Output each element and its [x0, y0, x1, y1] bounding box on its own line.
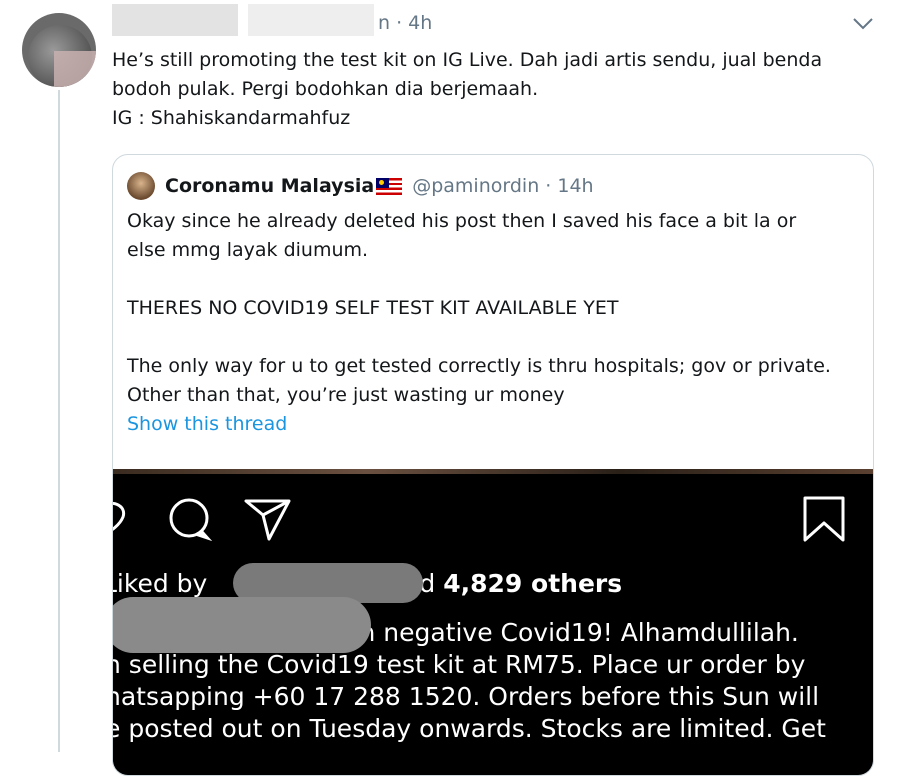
- comment-icon: [169, 498, 213, 541]
- tweet-line: He’s still promoting the test kit on IG …: [112, 49, 823, 71]
- liked-count: 4,829 others: [443, 569, 623, 598]
- thread-line: [58, 90, 60, 752]
- quoted-line: The only way for u to get tested correct…: [127, 355, 831, 377]
- malaysia-flag-icon: [376, 177, 403, 195]
- quoted-tweet-card[interactable]: Coronamu Malaysia @paminordin · 14h Okay…: [112, 154, 874, 776]
- tweet-text: He’s still promoting the test kit on IG …: [112, 46, 872, 133]
- heart-icon: [113, 501, 126, 531]
- caption-line: n selling the Covid19 test kit at RM75. …: [113, 650, 806, 679]
- quoted-line: else mmg layak diumum.: [127, 239, 369, 261]
- tweet-timestamp[interactable]: n · 4h: [378, 12, 432, 34]
- caption-line: hatsapping +60 17 288 1520. Orders befor…: [113, 682, 820, 711]
- quoted-author-avatar[interactable]: [127, 172, 155, 200]
- share-icon: [244, 499, 291, 541]
- tweet-line: bodoh pulak. Pergi bodohkan dia berjemaa…: [112, 78, 539, 100]
- quoted-tweet-text: Okay since he already deleted his post t…: [127, 207, 867, 439]
- author-avatar[interactable]: [22, 13, 96, 87]
- liked-prefix: Liked by: [113, 569, 208, 598]
- quoted-line: [127, 265, 867, 294]
- image-top-strip: [113, 469, 873, 474]
- avatar-redaction: [54, 51, 96, 87]
- quoted-line: Okay since he already deleted his post t…: [127, 210, 797, 232]
- chevron-down-icon[interactable]: [852, 12, 874, 36]
- tweet-line: IG : Shahiskandarmahfuz: [112, 107, 351, 129]
- quoted-author-name[interactable]: Coronamu Malaysia: [165, 175, 374, 197]
- quoted-author-handle[interactable]: @paminordin · 14h: [412, 175, 593, 197]
- quoted-line: THERES NO COVID19 SELF TEST KIT AVAILABL…: [127, 297, 619, 319]
- show-thread-link[interactable]: Show this thread: [127, 410, 867, 439]
- author-handle-redaction: [248, 4, 374, 36]
- username-redaction: [113, 597, 371, 653]
- quoted-media-image[interactable]: Liked by and 4,829 others ahiskandarmahf…: [113, 469, 873, 775]
- quoted-tweet-header: Coronamu Malaysia @paminordin · 14h: [127, 171, 594, 201]
- quoted-line: [127, 323, 867, 352]
- author-name-redaction: [112, 4, 238, 36]
- quoted-line: Other than that, you’re just wasting ur …: [127, 384, 565, 406]
- bookmark-icon: [803, 496, 845, 542]
- caption-line: e posted out on Tuesday onwards. Stocks …: [113, 714, 826, 743]
